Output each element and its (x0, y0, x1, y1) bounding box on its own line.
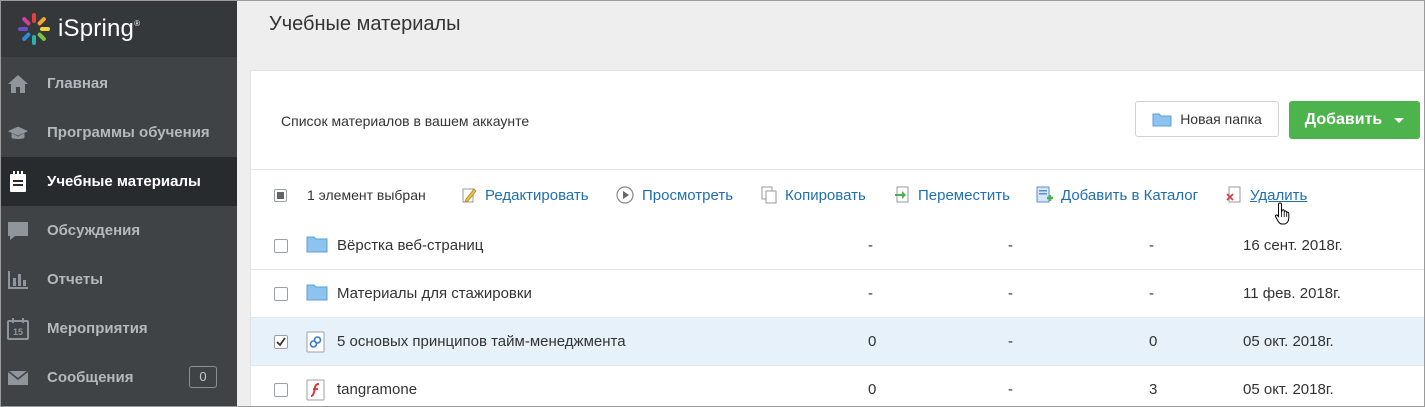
bar-chart-icon (7, 269, 29, 291)
sidebar: iSpring® Главная Программы обучения Учеб… (1, 1, 237, 406)
home-icon (7, 73, 29, 95)
sidebar-item-messages[interactable]: Сообщения 0 (1, 353, 237, 402)
sidebar-nav: Главная Программы обучения Учебные матер… (1, 59, 237, 402)
row-date: 16 сент. 2018г. (1243, 237, 1343, 254)
logo-text: iSpring® (58, 15, 141, 42)
move-button[interactable]: Переместить (894, 185, 1010, 205)
sidebar-item-label: Мероприятия (47, 320, 148, 337)
calendar-icon: 15 (7, 317, 29, 340)
link-icon (306, 331, 328, 353)
add-button[interactable]: Добавить (1289, 101, 1420, 139)
table-row[interactable]: 5 основых принципов тайм-менеджмента 0 -… (251, 318, 1424, 366)
graduation-cap-icon (7, 122, 29, 144)
copy-icon (761, 186, 777, 204)
row-value: 3 (1149, 381, 1158, 398)
row-value: 0 (868, 381, 877, 398)
table-row[interactable]: tangramone 0 - 3 05 окт. 2018г. (251, 366, 1424, 406)
add-to-catalog-label: Добавить в Каталог (1061, 186, 1199, 204)
view-label: Просмотреть (642, 186, 734, 204)
play-icon (616, 186, 634, 204)
notebook-icon (7, 170, 29, 193)
move-label: Переместить (918, 186, 1010, 204)
copy-button[interactable]: Копировать (761, 185, 866, 205)
row-value: - (1008, 381, 1013, 398)
row-date: 05 окт. 2018г. (1243, 333, 1334, 350)
page-title: Учебные материалы (269, 13, 461, 35)
main-content: Учебные материалы Список материалов в ва… (237, 1, 1424, 406)
row-value: - (868, 285, 873, 302)
list-caption: Список материалов в вашем аккаунте (281, 113, 530, 129)
delete-icon (1226, 186, 1241, 203)
delete-label: Удалить (1250, 186, 1308, 204)
logo[interactable]: iSpring® (1, 1, 237, 57)
new-folder-button[interactable]: Новая папка (1135, 101, 1279, 137)
hand-cursor-icon (1274, 202, 1290, 225)
row-checkbox[interactable] (274, 239, 288, 253)
ispring-logo-icon (18, 13, 50, 45)
selected-count: 1 элемент выбран (307, 187, 426, 203)
checkmark-icon (276, 337, 286, 347)
sidebar-item-discussions[interactable]: Обсуждения (1, 206, 237, 255)
sidebar-item-reports[interactable]: Отчеты (1, 255, 237, 304)
row-value: - (868, 237, 873, 254)
row-date: 05 окт. 2018г. (1243, 381, 1334, 398)
sidebar-item-label: Отчеты (47, 271, 104, 288)
view-button[interactable]: Просмотреть (616, 185, 733, 205)
add-to-catalog-button[interactable]: Добавить в Каталог (1036, 185, 1198, 205)
folder-icon (306, 283, 328, 303)
row-value: - (1008, 285, 1013, 302)
row-value: - (1008, 333, 1013, 350)
row-value: - (1149, 237, 1154, 254)
row-value: 0 (1149, 333, 1158, 350)
row-checkbox[interactable] (274, 287, 288, 301)
row-name[interactable]: tangramone (337, 381, 417, 398)
materials-card: Список материалов в вашем аккаунте Новая… (250, 70, 1424, 406)
select-all-checkbox[interactable] (274, 189, 287, 202)
sidebar-item-home[interactable]: Главная (1, 59, 237, 108)
envelope-icon (7, 367, 29, 389)
folder-icon (306, 235, 328, 255)
row-date: 11 фев. 2018г. (1243, 285, 1341, 302)
messages-count-badge: 0 (189, 366, 217, 388)
edit-button[interactable]: Редактировать (461, 185, 589, 205)
row-value: 0 (868, 333, 877, 350)
edit-label: Редактировать (485, 186, 589, 204)
move-icon (895, 186, 909, 203)
row-checkbox[interactable] (274, 383, 288, 397)
folder-icon (1152, 113, 1172, 126)
row-checkbox[interactable] (274, 335, 288, 349)
table-row[interactable]: Вёрстка веб-страниц - - - 16 сент. 2018г… (251, 222, 1424, 270)
chevron-down-icon (1394, 117, 1405, 123)
copy-label: Копировать (785, 186, 866, 204)
row-value: - (1008, 237, 1013, 254)
row-value: - (1149, 285, 1154, 302)
svg-text:15: 15 (13, 327, 23, 337)
row-name[interactable]: Вёрстка веб-страниц (337, 237, 483, 254)
new-folder-label: Новая папка (1180, 111, 1262, 127)
sidebar-item-materials[interactable]: Учебные материалы (1, 157, 237, 206)
row-name[interactable]: 5 основых принципов тайм-менеджмента (337, 333, 626, 350)
sidebar-item-label: Сообщения (47, 369, 134, 386)
add-label: Добавить (1304, 111, 1383, 128)
chat-icon (7, 220, 29, 242)
pencil-icon (462, 188, 477, 203)
sidebar-item-label: Главная (47, 75, 109, 92)
sidebar-item-label: Обсуждения (47, 222, 141, 239)
catalog-add-icon (1036, 186, 1053, 202)
sidebar-item-events[interactable]: 15 Мероприятия (1, 304, 237, 353)
sidebar-item-label: Учебные материалы (47, 173, 201, 190)
sidebar-item-programs[interactable]: Программы обучения (1, 108, 237, 157)
flash-file-icon (306, 379, 328, 401)
sidebar-item-label: Программы обучения (47, 124, 210, 141)
row-name[interactable]: Материалы для стажировки (337, 285, 532, 302)
table-row[interactable]: Материалы для стажировки - - - 11 фев. 2… (251, 270, 1424, 318)
app-window: iSpring® Главная Программы обучения Учеб… (0, 0, 1425, 407)
delete-button[interactable]: Удалить (1226, 185, 1307, 205)
selection-toolbar: 1 элемент выбран Редактировать Просмотре… (251, 169, 1424, 223)
